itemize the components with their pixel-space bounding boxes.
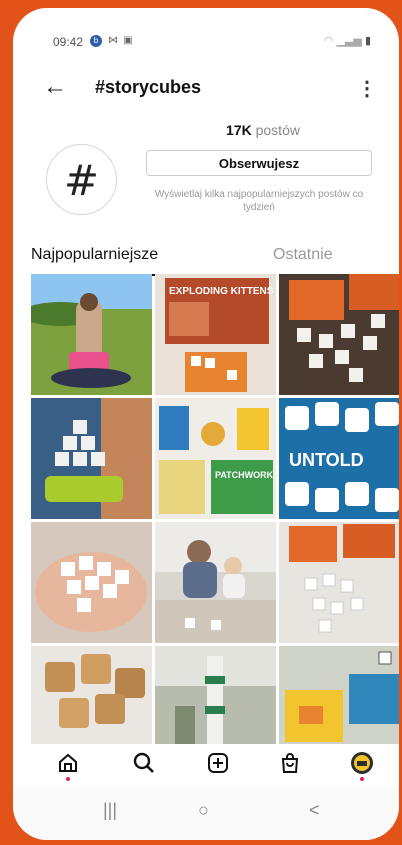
arrow-left-icon[interactable]: ← bbox=[43, 72, 67, 102]
more-vertical-icon[interactable]: ⋮ bbox=[357, 76, 377, 101]
post-tile[interactable] bbox=[279, 646, 399, 744]
home-button[interactable]: ○ bbox=[198, 800, 209, 821]
b-circle-icon: b bbox=[90, 35, 102, 47]
tab-recent[interactable]: Ostatnie bbox=[273, 246, 333, 264]
post-tile[interactable] bbox=[31, 274, 152, 395]
post-tile[interactable] bbox=[155, 646, 276, 744]
notification-dot bbox=[360, 777, 364, 781]
add-post-icon[interactable] bbox=[205, 750, 231, 776]
exploding-kittens-text: EXPLODING KITTENS bbox=[169, 286, 274, 297]
untold-text: UNTOLD bbox=[289, 450, 364, 470]
post-grid: EXPLODING KITTENS PATCHWORK UNTOLD bbox=[31, 274, 399, 744]
battery-icon: ▮ bbox=[364, 35, 371, 47]
post-image bbox=[279, 646, 399, 744]
post-image: UNTOLD bbox=[279, 398, 399, 519]
status-bar: 09:42 b ⋈ ▣ ◠ ▁▃▅ ▮ bbox=[13, 8, 399, 66]
page-title: #storycubes bbox=[95, 77, 202, 97]
post-image bbox=[31, 646, 152, 744]
m-icon: ⋈ bbox=[108, 35, 118, 46]
post-tile[interactable] bbox=[155, 522, 276, 643]
status-time: 09:42 bbox=[53, 35, 84, 49]
post-tile[interactable] bbox=[31, 646, 152, 744]
notification-dot bbox=[66, 777, 70, 781]
square-icon: ▣ bbox=[123, 35, 133, 46]
post-image bbox=[31, 274, 152, 395]
top-bar: ← #storycubes ⋮ bbox=[13, 70, 399, 110]
post-count-value: 17K bbox=[226, 122, 252, 138]
home-icon[interactable] bbox=[55, 750, 81, 776]
phone-screen: 09:42 b ⋈ ▣ ◠ ▁▃▅ ▮ ← #storycubes ⋮ # 17… bbox=[13, 8, 399, 840]
shop-icon[interactable] bbox=[277, 750, 303, 776]
post-count-label: postów bbox=[255, 122, 300, 138]
post-image bbox=[279, 522, 399, 643]
back-button[interactable]: < bbox=[309, 800, 320, 821]
post-tile[interactable]: UNTOLD bbox=[279, 398, 399, 519]
tab-top[interactable]: Najpopularniejsze bbox=[31, 246, 158, 264]
post-image bbox=[31, 522, 152, 643]
post-tile[interactable] bbox=[31, 522, 152, 643]
follow-button[interactable]: Obserwujesz bbox=[146, 150, 372, 176]
hashtag-avatar: # bbox=[46, 144, 117, 215]
post-image bbox=[155, 646, 276, 744]
post-image bbox=[279, 274, 399, 395]
post-image: EXPLODING KITTENS bbox=[155, 274, 276, 395]
post-tile[interactable]: EXPLODING KITTENS bbox=[155, 274, 276, 395]
follow-hint: Wyświetlaj kilka najpopularniejszych pos… bbox=[154, 189, 364, 213]
profile-avatar-icon[interactable] bbox=[349, 750, 375, 776]
post-count: 17K postów bbox=[143, 122, 383, 138]
post-tile[interactable] bbox=[31, 398, 152, 519]
post-image bbox=[31, 398, 152, 519]
post-tile[interactable] bbox=[279, 274, 399, 395]
signal-icon: ▁▃▅ bbox=[336, 35, 362, 47]
status-right-icons: ◠ ▁▃▅ ▮ bbox=[324, 34, 371, 47]
patchwork-text: PATCHWORK bbox=[215, 470, 274, 480]
recent-apps-button[interactable]: ||| bbox=[103, 800, 117, 821]
post-tile[interactable] bbox=[279, 522, 399, 643]
post-image: PATCHWORK bbox=[155, 398, 276, 519]
post-image bbox=[155, 522, 276, 643]
post-tile[interactable]: PATCHWORK bbox=[155, 398, 276, 519]
bottom-nav bbox=[13, 744, 399, 784]
wifi-icon: ◠ bbox=[323, 35, 334, 47]
search-icon[interactable] bbox=[131, 750, 157, 776]
system-nav-bar: ||| ○ < bbox=[13, 786, 399, 840]
